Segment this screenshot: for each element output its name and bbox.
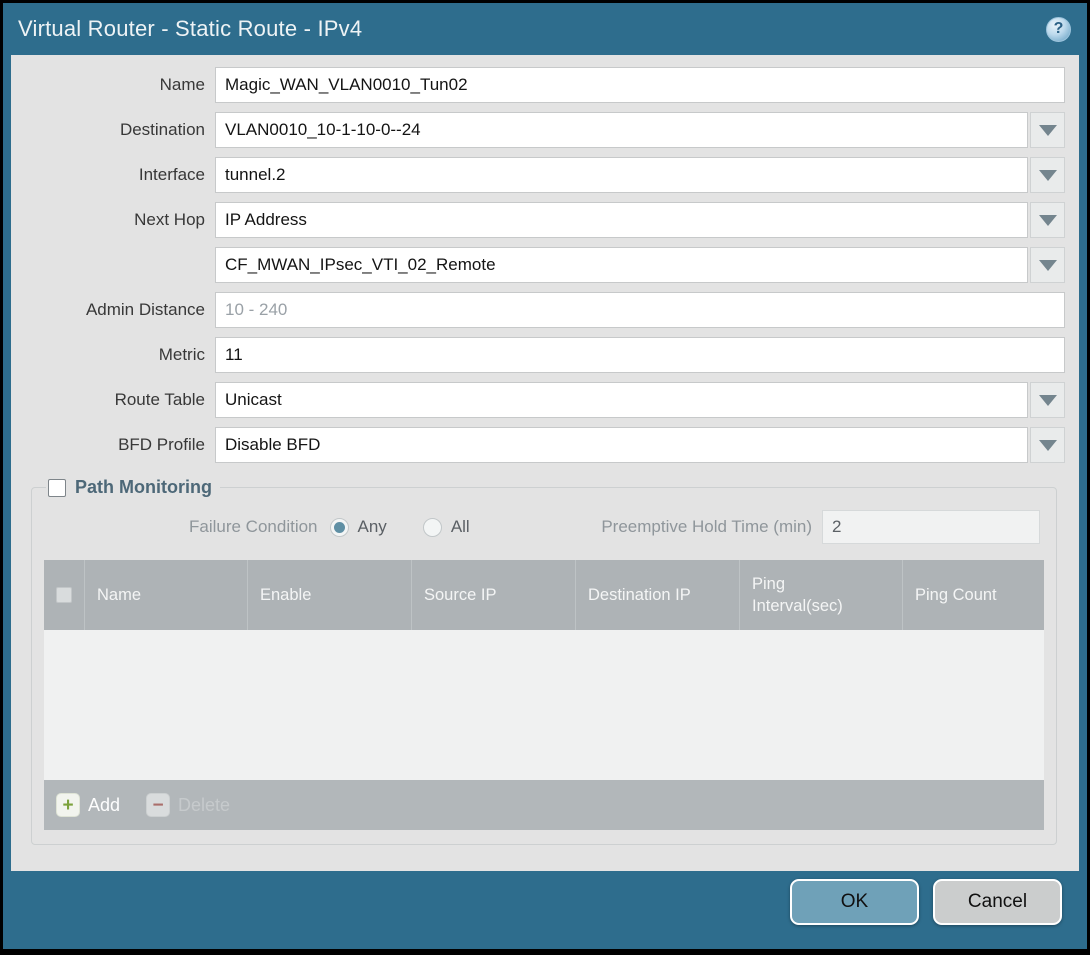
dialog-titlebar: Virtual Router - Static Route - IPv4 ? bbox=[3, 3, 1087, 55]
column-header-ping-count[interactable]: Ping Count bbox=[902, 560, 1044, 630]
dialog-title: Virtual Router - Static Route - IPv4 bbox=[18, 16, 362, 42]
cancel-button[interactable]: Cancel bbox=[933, 879, 1062, 925]
radio-any[interactable] bbox=[330, 518, 349, 537]
destination-row: Destination bbox=[23, 112, 1065, 148]
dialog-frame: Virtual Router - Static Route - IPv4 ? N… bbox=[0, 0, 1090, 955]
bfd-profile-row: BFD Profile bbox=[23, 427, 1065, 463]
table-header-checkbox-cell bbox=[44, 560, 84, 630]
preemptive-hold-time-group: Preemptive Hold Time (min) bbox=[601, 510, 1040, 544]
column-header-ping-interval[interactable]: Ping Interval(sec) bbox=[739, 560, 902, 630]
next-hop-address-input[interactable] bbox=[215, 247, 1028, 283]
next-hop-address-dropdown-button[interactable] bbox=[1030, 247, 1065, 283]
ok-button[interactable]: OK bbox=[790, 879, 919, 925]
column-header-destination-ip[interactable]: Destination IP bbox=[575, 560, 739, 630]
interface-dropdown-button[interactable] bbox=[1030, 157, 1065, 193]
delete-button-label: Delete bbox=[178, 795, 230, 816]
route-table-label: Route Table bbox=[23, 390, 215, 410]
table-header: Name Enable Source IP Destination IP Pin… bbox=[44, 560, 1044, 630]
admin-distance-label: Admin Distance bbox=[23, 300, 215, 320]
next-hop-address-row bbox=[23, 247, 1065, 283]
next-hop-row: Next Hop bbox=[23, 202, 1065, 238]
path-monitoring-options-row: Failure Condition Any All Preemptive Hol… bbox=[44, 508, 1040, 546]
destination-input[interactable] bbox=[215, 112, 1028, 148]
path-monitoring-table: Name Enable Source IP Destination IP Pin… bbox=[44, 560, 1044, 830]
table-empty-body bbox=[44, 630, 1044, 780]
next-hop-address-field bbox=[215, 247, 1065, 283]
interface-row: Interface bbox=[23, 157, 1065, 193]
table-footer-toolbar: + Add − Delete bbox=[44, 780, 1044, 830]
name-row: Name bbox=[23, 67, 1065, 103]
path-monitoring-section: Path Monitoring Failure Condition Any Al… bbox=[31, 477, 1057, 845]
admin-distance-input[interactable] bbox=[215, 292, 1065, 328]
metric-label: Metric bbox=[23, 345, 215, 365]
preemptive-hold-time-label: Preemptive Hold Time (min) bbox=[601, 517, 822, 537]
radio-any-label: Any bbox=[358, 517, 387, 537]
preemptive-hold-time-input[interactable] bbox=[822, 510, 1040, 544]
column-header-enable[interactable]: Enable bbox=[247, 560, 411, 630]
chevron-down-icon bbox=[1039, 125, 1057, 136]
add-button-label: Add bbox=[88, 795, 120, 816]
radio-all-label: All bbox=[451, 517, 470, 537]
name-field bbox=[215, 67, 1065, 103]
path-monitoring-checkbox[interactable] bbox=[48, 479, 66, 497]
interface-field bbox=[215, 157, 1065, 193]
chevron-down-icon bbox=[1039, 395, 1057, 406]
next-hop-type-input[interactable] bbox=[215, 202, 1028, 238]
next-hop-field bbox=[215, 202, 1065, 238]
dialog-content: Name Destination Interface bbox=[11, 55, 1079, 871]
name-input[interactable] bbox=[215, 67, 1065, 103]
route-table-input[interactable] bbox=[215, 382, 1028, 418]
path-monitoring-title: Path Monitoring bbox=[75, 477, 212, 498]
minus-icon: − bbox=[146, 793, 170, 817]
destination-label: Destination bbox=[23, 120, 215, 140]
chevron-down-icon bbox=[1039, 170, 1057, 181]
metric-input[interactable] bbox=[215, 337, 1065, 373]
bfd-profile-field bbox=[215, 427, 1065, 463]
admin-distance-field bbox=[215, 292, 1065, 328]
help-icon[interactable]: ? bbox=[1046, 17, 1071, 42]
column-header-source-ip[interactable]: Source IP bbox=[411, 560, 575, 630]
destination-dropdown-button[interactable] bbox=[1030, 112, 1065, 148]
add-button[interactable]: + Add bbox=[56, 793, 120, 817]
column-header-name[interactable]: Name bbox=[84, 560, 247, 630]
next-hop-dropdown-button[interactable] bbox=[1030, 202, 1065, 238]
destination-field bbox=[215, 112, 1065, 148]
interface-input[interactable] bbox=[215, 157, 1028, 193]
metric-row: Metric bbox=[23, 337, 1065, 373]
metric-field bbox=[215, 337, 1065, 373]
radio-all[interactable] bbox=[423, 518, 442, 537]
radio-all-dot bbox=[427, 522, 438, 533]
select-all-checkbox[interactable] bbox=[56, 587, 72, 603]
bfd-profile-dropdown-button[interactable] bbox=[1030, 427, 1065, 463]
delete-button[interactable]: − Delete bbox=[146, 793, 230, 817]
failure-condition-label: Failure Condition bbox=[189, 517, 318, 537]
path-monitoring-legend: Path Monitoring bbox=[46, 477, 220, 498]
route-table-field bbox=[215, 382, 1065, 418]
chevron-down-icon bbox=[1039, 215, 1057, 226]
bfd-profile-label: BFD Profile bbox=[23, 435, 215, 455]
failure-condition-radio-group: Any All bbox=[330, 517, 506, 537]
chevron-down-icon bbox=[1039, 440, 1057, 451]
plus-icon: + bbox=[56, 793, 80, 817]
admin-distance-row: Admin Distance bbox=[23, 292, 1065, 328]
chevron-down-icon bbox=[1039, 260, 1057, 271]
dialog-footer: OK Cancel bbox=[3, 871, 1087, 949]
route-table-dropdown-button[interactable] bbox=[1030, 382, 1065, 418]
interface-label: Interface bbox=[23, 165, 215, 185]
radio-any-dot bbox=[334, 522, 345, 533]
static-route-dialog: Virtual Router - Static Route - IPv4 ? N… bbox=[3, 3, 1087, 949]
name-label: Name bbox=[23, 75, 215, 95]
next-hop-label: Next Hop bbox=[23, 210, 215, 230]
route-table-row: Route Table bbox=[23, 382, 1065, 418]
bfd-profile-input[interactable] bbox=[215, 427, 1028, 463]
